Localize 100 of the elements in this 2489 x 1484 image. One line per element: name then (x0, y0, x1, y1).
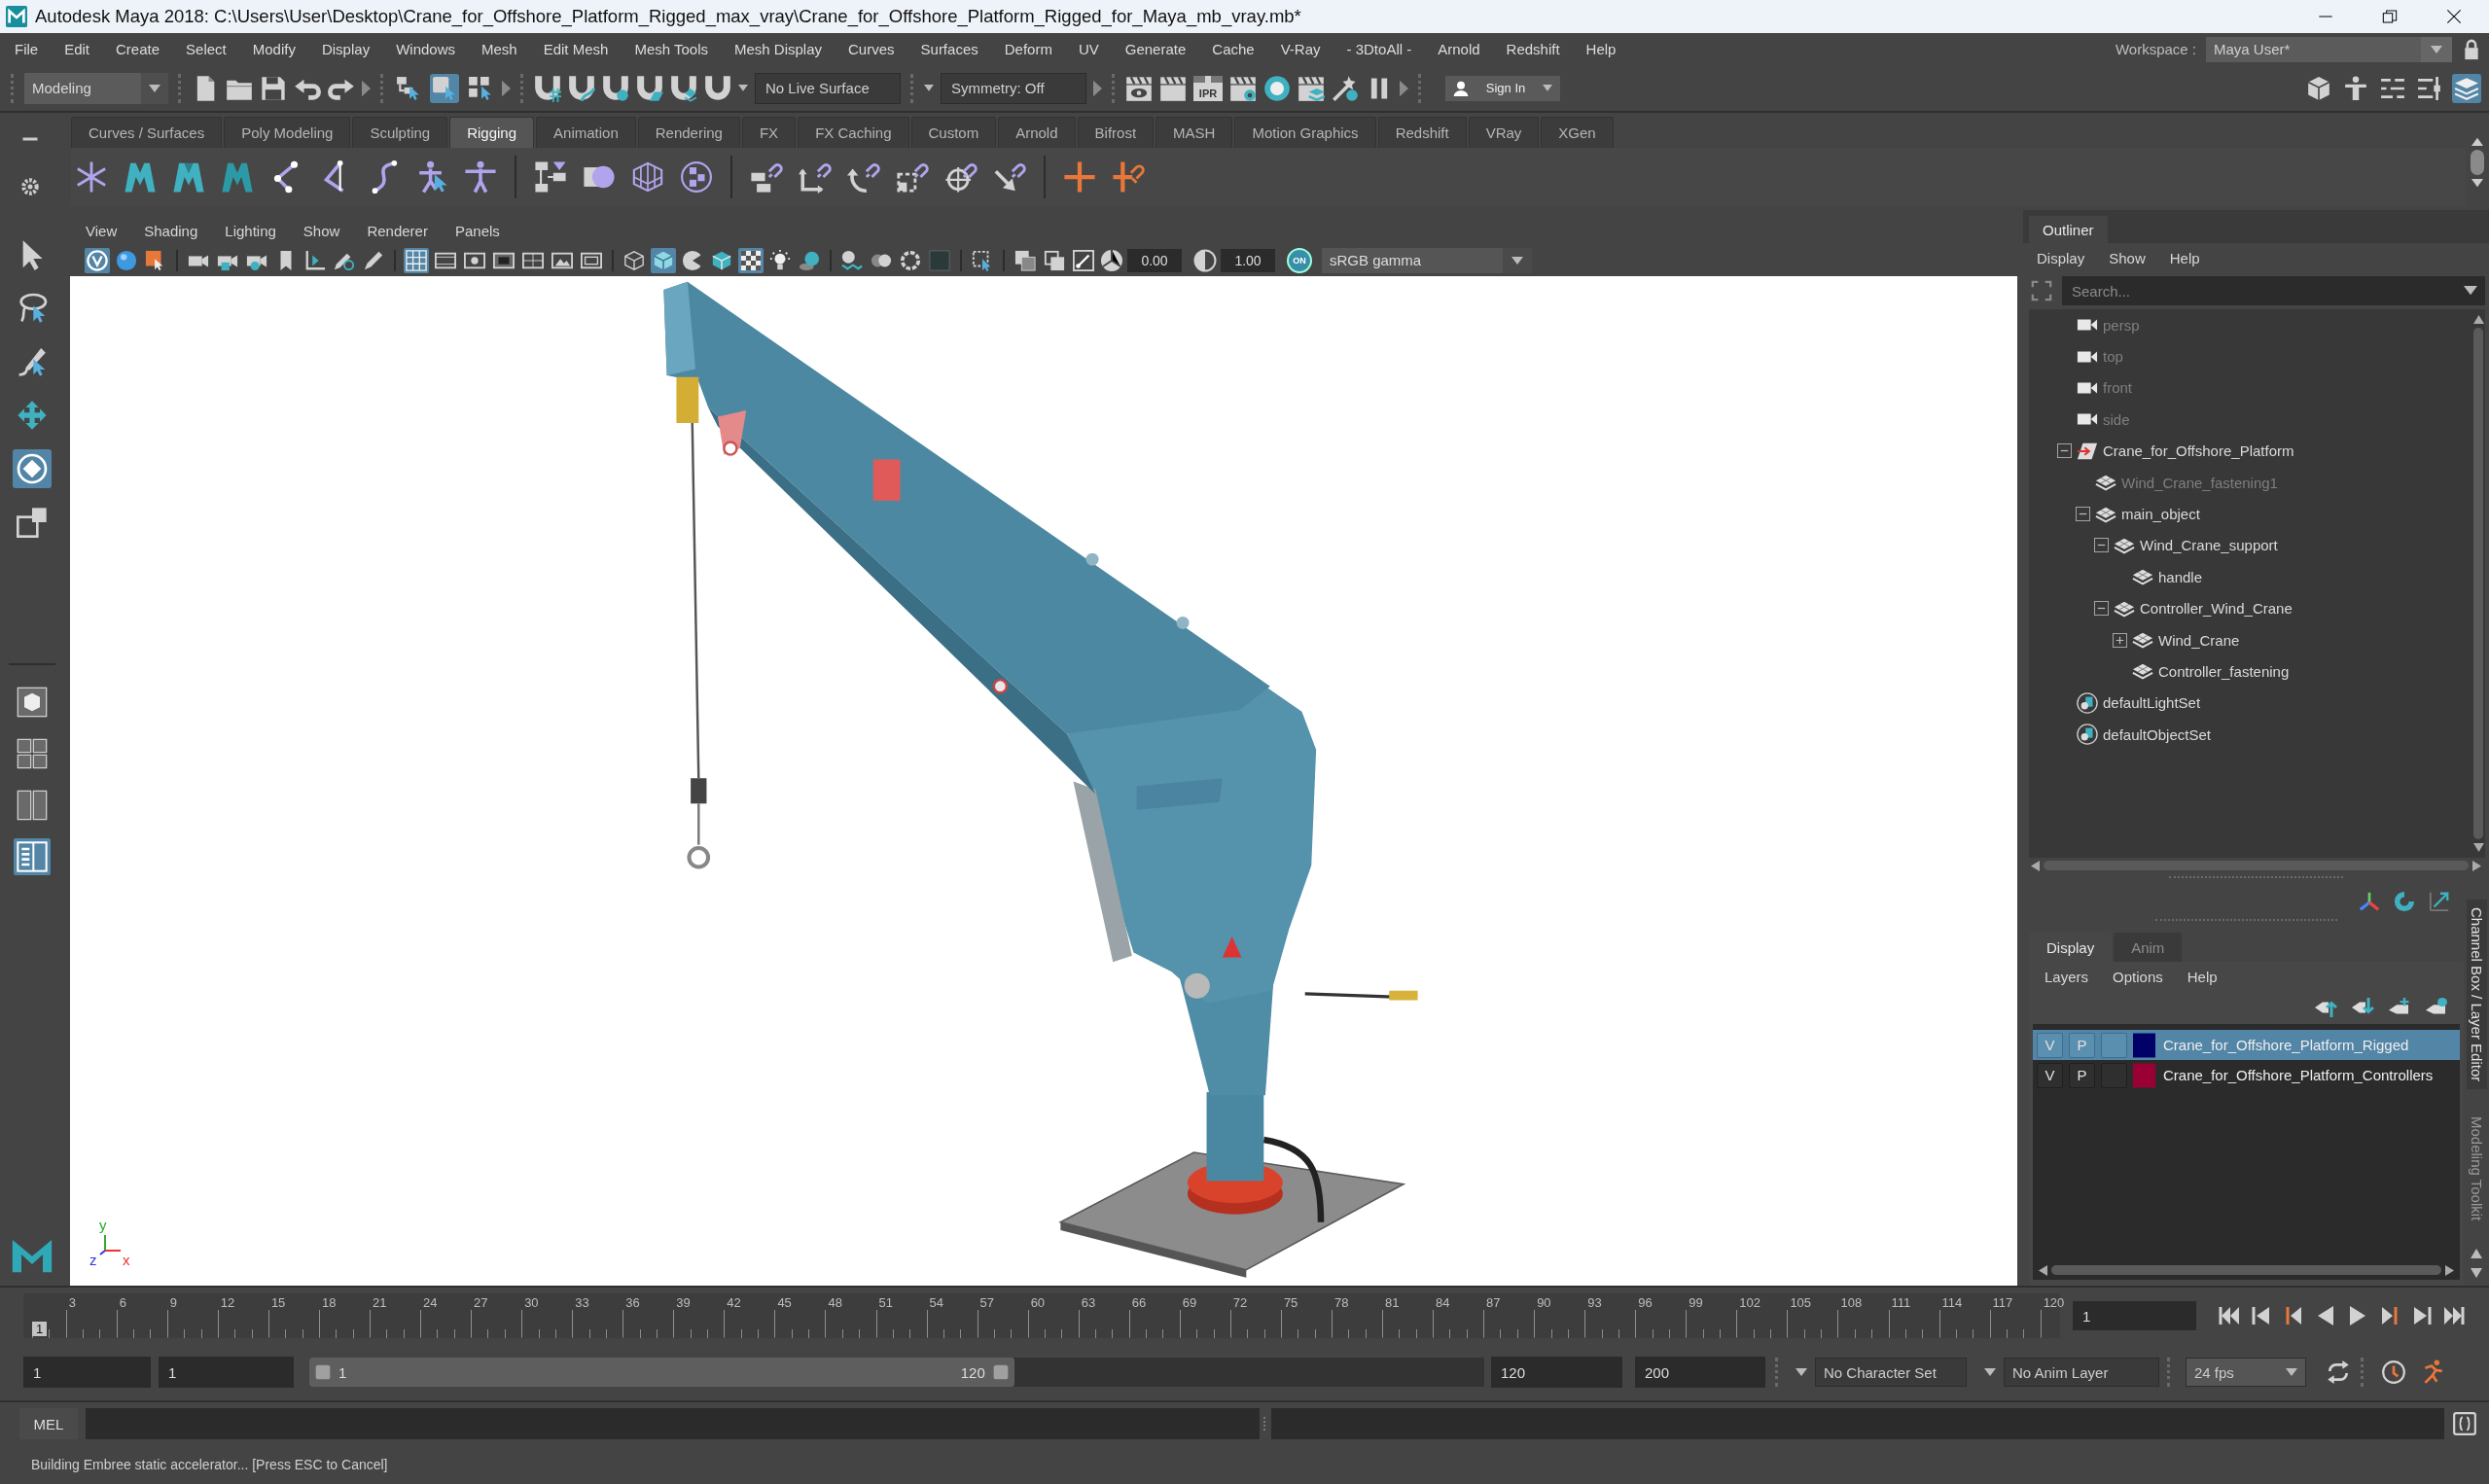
lattice-cube-icon[interactable] (631, 160, 664, 194)
outliner-item[interactable]: defaultObjectSet (2103, 725, 2211, 743)
save-icon[interactable] (260, 74, 287, 102)
playback-toggle[interactable]: P (2069, 1062, 2095, 1088)
scroll-down-icon[interactable] (2471, 1268, 2482, 1278)
side-tab[interactable]: Modeling Toolkit (2466, 1109, 2487, 1229)
panel-menu-item[interactable]: Panels (454, 222, 500, 239)
visibility-toggle[interactable]: V (2037, 1062, 2063, 1088)
cross-link-icon[interactable] (1112, 160, 1145, 194)
outliner-menu-item[interactable]: Show (2109, 249, 2146, 266)
shelf-tab[interactable]: Rigging (449, 117, 535, 148)
command-input-field[interactable] (86, 1408, 1260, 1439)
menu-set-dropdown[interactable]: Modeling (24, 72, 168, 104)
diagonal-arrow-link-icon[interactable] (993, 160, 1026, 194)
range-slider[interactable]: 1 120 (309, 1358, 1484, 1387)
side-tab[interactable]: Channel Box / Layer Editor (2466, 900, 2487, 1090)
menu-item[interactable]: Create (116, 41, 160, 57)
playback-end-field[interactable]: 120 (1491, 1357, 1622, 1388)
menu-item[interactable]: Help (1585, 41, 1617, 57)
mel-toggle[interactable]: MEL (19, 1408, 78, 1439)
menu-item[interactable]: Mesh Display (734, 41, 822, 57)
outliner-menu-item[interactable]: Display (2037, 249, 2085, 266)
shelf-tab[interactable]: VRay (1468, 117, 1540, 148)
vertical-scrollbar[interactable] (2473, 328, 2483, 839)
animation-start-field[interactable]: 1 (23, 1357, 151, 1388)
collapse-box-icon[interactable] (2057, 443, 2072, 459)
panel-menu-item[interactable]: View (86, 222, 118, 239)
menu-item[interactable]: Curves (848, 41, 895, 57)
shaded-cube-icon[interactable] (651, 247, 676, 273)
shelf-tab[interactable]: MASH (1156, 117, 1233, 148)
shelf-tab[interactable]: Rendering (637, 117, 740, 148)
scroll-up-icon[interactable] (2472, 315, 2484, 324)
live-surface-field[interactable]: No Live Surface (755, 72, 901, 104)
zigzag-emblem-icon[interactable] (221, 160, 254, 194)
xyz-axes-icon[interactable] (2359, 891, 2380, 912)
menu-item[interactable]: Mesh (481, 41, 517, 57)
outliner-item[interactable]: Controller_fastening (2158, 663, 2290, 680)
menu-item[interactable]: File (15, 41, 39, 57)
menu-item[interactable]: Mesh Tools (634, 41, 708, 57)
plus-cross-icon[interactable] (1063, 160, 1096, 194)
menu-item[interactable]: UV (1078, 41, 1099, 57)
skip-to-start-icon[interactable] (2218, 1304, 2241, 1327)
search-field[interactable]: Search... (2062, 276, 2485, 305)
ring-icon[interactable] (1263, 74, 1291, 102)
ipr-render-button[interactable]: IPR (1193, 75, 1223, 101)
anim-layer-field[interactable]: No Anim Layer (2004, 1358, 2159, 1387)
outliner-menu-item[interactable]: Help (2169, 249, 2200, 266)
shelf-tab[interactable]: XGen (1541, 117, 1614, 148)
swatch-icon[interactable] (2133, 1062, 2155, 1088)
menu-item[interactable]: Cache (1212, 41, 1255, 57)
layer-menu-item[interactable]: Layers (2045, 968, 2089, 985)
lock-icon[interactable] (2462, 38, 2481, 60)
framed-bone-icon[interactable] (1071, 247, 1096, 273)
current-frame-field[interactable]: 1 (2073, 1301, 2196, 1330)
shelf-tab[interactable]: Motion Graphics (1234, 117, 1376, 148)
maximize-icon[interactable] (2382, 9, 2398, 24)
layer-row[interactable]: V P Crane_for_Offshore_Platform_Controllers (2033, 1060, 2460, 1090)
plane-magnet-icon[interactable] (636, 74, 663, 102)
playback-start-field[interactable]: 1 (159, 1357, 294, 1388)
animation-end-field[interactable]: 200 (1635, 1357, 1765, 1388)
sign-in-button[interactable]: Sign In (1445, 75, 1560, 101)
panel-menu-item[interactable]: Shading (144, 222, 198, 239)
fps-dropdown[interactable]: 24 fps (2186, 1358, 2306, 1387)
shelf-tab[interactable]: Bifrost (1077, 117, 1155, 148)
skip-to-end-icon[interactable] (2442, 1304, 2466, 1327)
collapse-box-icon[interactable] (2094, 601, 2109, 617)
object-select-icon[interactable] (430, 73, 459, 103)
node-tree-icon[interactable] (534, 160, 567, 194)
clapper-eye-icon[interactable] (1125, 74, 1153, 102)
panel-tab[interactable]: Outliner (2029, 216, 2108, 243)
scroll-right-icon[interactable] (2445, 1264, 2454, 1276)
scroll-down-icon[interactable] (2472, 843, 2484, 852)
clapper-icon[interactable] (1159, 74, 1187, 102)
braces-box-icon[interactable] (2452, 1411, 2477, 1436)
magnet-icon[interactable] (704, 74, 731, 102)
collapse-box-icon[interactable] (2094, 538, 2109, 553)
layer-menu-item[interactable]: Options (2113, 968, 2163, 985)
menu-item[interactable]: Windows (396, 41, 455, 57)
shelf-tab[interactable]: Animation (536, 117, 636, 148)
shelf-tab[interactable]: FX (741, 117, 797, 148)
menu-item[interactable]: Edit Mesh (543, 41, 609, 57)
zigzag-emblem-icon[interactable] (124, 160, 157, 194)
scrollbar-thumb[interactable] (2471, 150, 2484, 175)
exposure-field[interactable]: 0.00 (1127, 248, 1182, 272)
clapper-gear-icon[interactable] (1229, 74, 1257, 102)
panel-menu-item[interactable]: Renderer (367, 222, 428, 239)
list-pane-icon[interactable] (14, 838, 51, 875)
outliner-item[interactable]: Wind_Crane (2158, 631, 2240, 649)
scroll-down-icon[interactable] (2471, 179, 2483, 189)
dashed-square-link-icon[interactable] (896, 160, 929, 194)
menu-item[interactable]: Redshift (1506, 41, 1560, 57)
zigzag-emblem-icon[interactable] (172, 160, 205, 194)
diamond-ring-icon[interactable] (13, 449, 52, 488)
curved-arrow-link-icon[interactable] (847, 160, 880, 194)
expand-box-icon[interactable] (2113, 632, 2127, 648)
outliner-item[interactable]: handle (2158, 568, 2203, 585)
menu-item[interactable]: Select (186, 41, 227, 57)
scroll-right-icon[interactable] (2472, 860, 2481, 871)
outliner-item[interactable]: Wind_Crane_support (2140, 537, 2278, 554)
menu-item[interactable]: Modify (252, 41, 296, 57)
